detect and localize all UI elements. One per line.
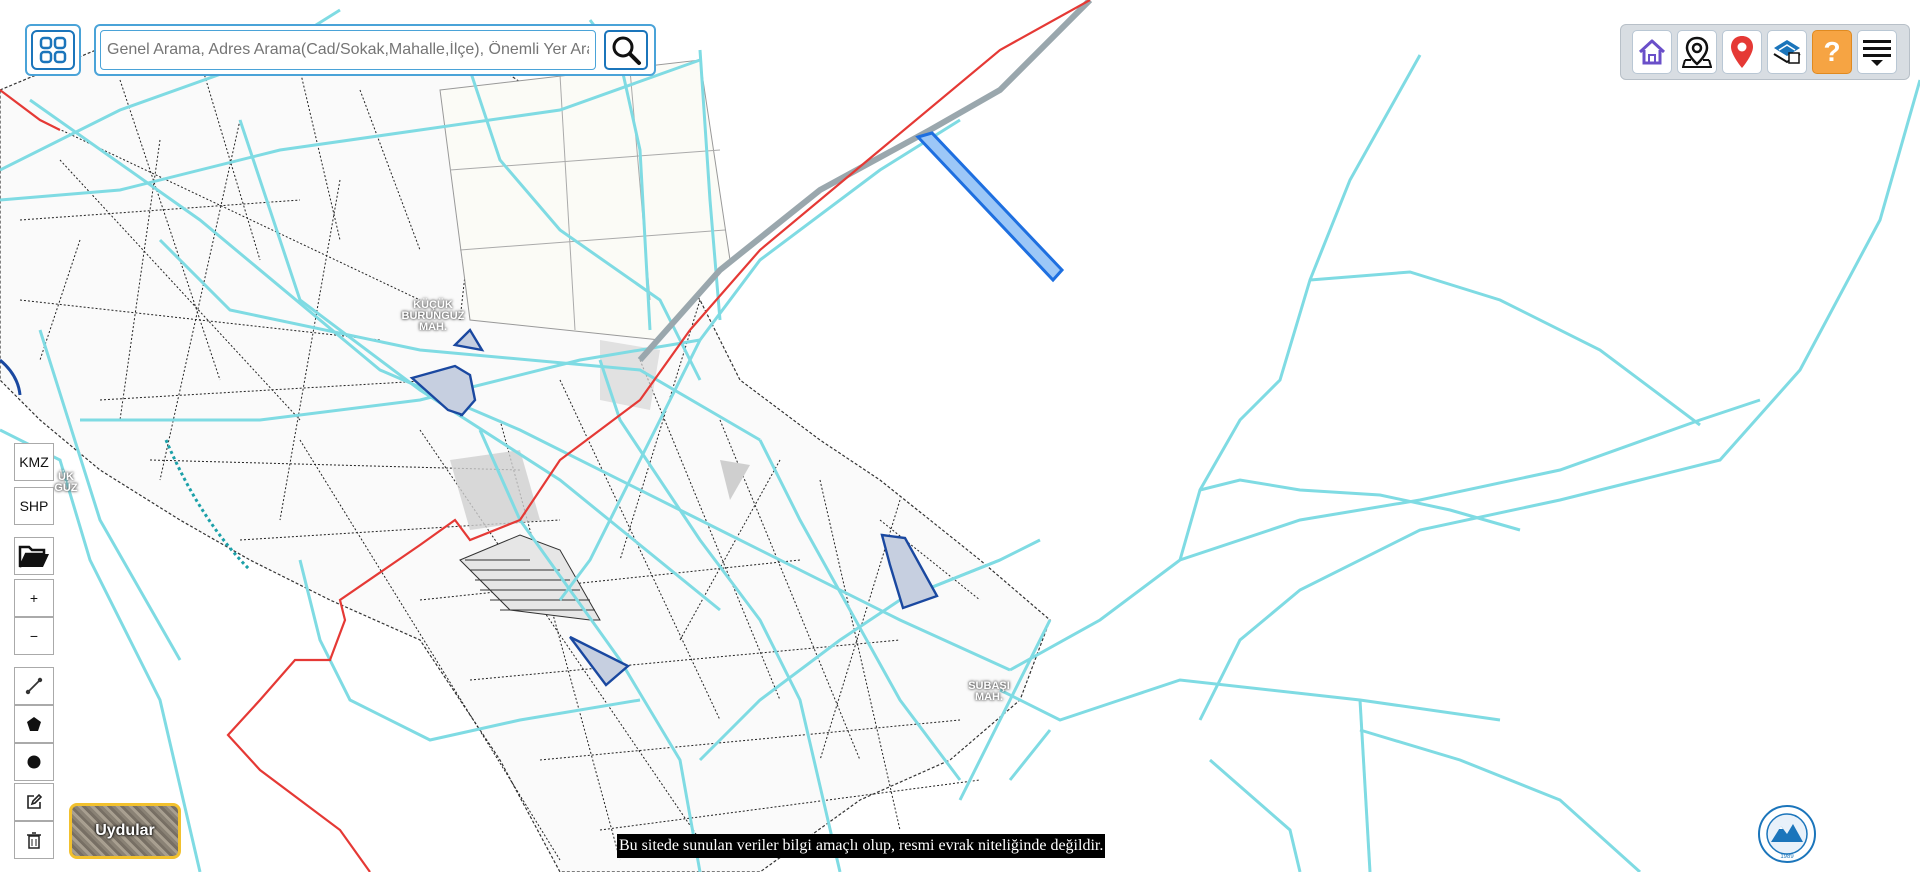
open-file-button[interactable] <box>14 537 54 575</box>
edit-icon <box>27 793 43 809</box>
marker-button[interactable] <box>1722 30 1762 74</box>
layers-icon <box>1773 40 1801 64</box>
grid-icon <box>39 36 67 64</box>
logo-year: 1989 <box>1780 854 1794 860</box>
folder-open-icon <box>18 545 49 568</box>
kmz-import-button[interactable]: KMZ <box>14 443 54 481</box>
layers-button[interactable] <box>1767 30 1807 74</box>
municipality-logo: 1989 <box>1758 805 1816 863</box>
polygon-icon <box>27 717 41 731</box>
search-bar <box>94 24 656 76</box>
location-search-button[interactable] <box>1677 30 1717 74</box>
trash-icon <box>27 832 41 849</box>
menu-icon <box>1863 40 1891 66</box>
help-button[interactable]: ? <box>1812 30 1852 74</box>
cadastral-parcels <box>0 29 1051 872</box>
draw-circle-button[interactable] <box>14 743 54 781</box>
zoom-in-button[interactable]: + <box>14 579 54 617</box>
search-input[interactable] <box>100 30 596 70</box>
draw-line-button[interactable] <box>14 667 54 705</box>
location-pin-icon <box>1731 36 1753 68</box>
search-button[interactable] <box>604 30 648 70</box>
apps-menu-button[interactable] <box>25 24 81 76</box>
delete-geometry-button[interactable] <box>14 821 54 859</box>
place-label-kucuk-burunguz: KÜÇÜK BURUNGUZ MAH. <box>401 299 465 333</box>
draw-line-icon <box>25 677 43 695</box>
home-button[interactable] <box>1632 30 1672 74</box>
edit-geometry-button[interactable] <box>14 783 54 821</box>
shp-import-button[interactable]: SHP <box>14 487 54 525</box>
help-icon: ? <box>1823 36 1841 67</box>
draw-polygon-button[interactable] <box>14 705 54 743</box>
place-label-subasi: SUBAŞI MAH. <box>968 680 1010 703</box>
highlighted-parcel[interactable] <box>915 131 1065 283</box>
map-pin-outline-icon <box>1682 36 1712 68</box>
satellite-basemap-button[interactable]: Uydular <box>69 803 181 859</box>
disclaimer-text: Bu sitede sunulan veriler bilgi amaçlı o… <box>617 834 1106 858</box>
main-menu-button[interactable] <box>1857 30 1897 74</box>
circle-icon <box>27 755 41 769</box>
zoom-out-button[interactable]: − <box>14 617 54 655</box>
map-canvas[interactable] <box>0 0 1920 872</box>
top-toolbar: ? <box>1620 24 1910 80</box>
search-icon <box>612 36 641 65</box>
home-icon <box>1638 39 1666 65</box>
